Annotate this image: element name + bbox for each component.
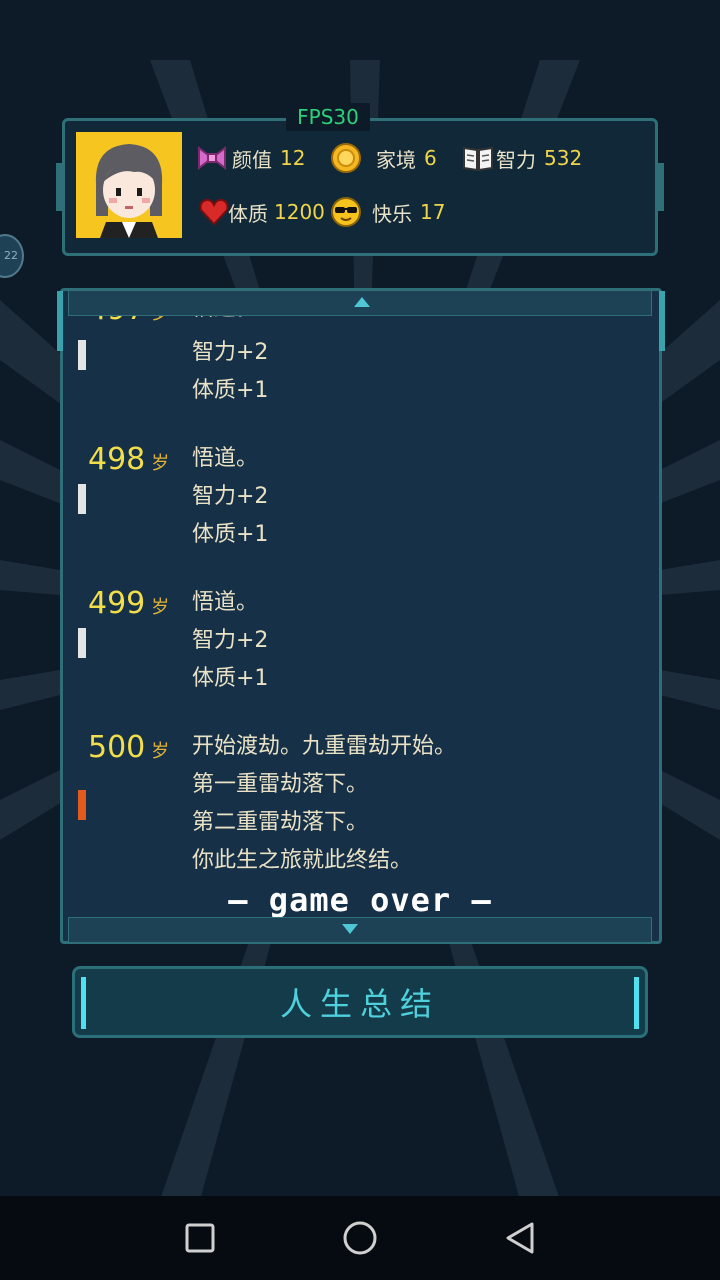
entry-marker bbox=[78, 628, 86, 658]
coin-icon bbox=[331, 143, 361, 173]
log-line: 你此生之旅就此终结。 bbox=[192, 848, 413, 873]
stat-happiness: 快乐 17 bbox=[330, 196, 445, 228]
entry-marker bbox=[78, 340, 86, 370]
log-line: 开始渡劫。九重雷劫开始。 bbox=[192, 734, 457, 759]
back-icon[interactable] bbox=[500, 1218, 540, 1258]
summary-button-label: 人生总结 bbox=[279, 985, 440, 1023]
stat-value: 6 bbox=[424, 146, 437, 170]
recents-icon[interactable] bbox=[180, 1218, 220, 1258]
log-line: 体质+1 bbox=[192, 522, 269, 547]
log-line: 智力+2 bbox=[192, 340, 269, 365]
stat-label: 快乐 bbox=[372, 201, 412, 226]
arrow-down-icon bbox=[342, 924, 358, 934]
age-label: 499 岁 bbox=[88, 586, 170, 621]
entry-marker bbox=[78, 790, 86, 820]
system-nav-bar bbox=[0, 1196, 720, 1280]
age-label: 498 岁 bbox=[88, 442, 170, 477]
stat-appearance: 颜值 12 bbox=[196, 142, 305, 174]
scroll-down-button[interactable] bbox=[68, 917, 652, 943]
game-over-banner: — game over — bbox=[228, 881, 492, 919]
sunglasses-face-icon bbox=[331, 197, 361, 227]
heart-icon bbox=[199, 198, 229, 226]
log-line: 智力+2 bbox=[192, 484, 269, 509]
bow-icon bbox=[198, 145, 226, 171]
log-line: 悟道。 bbox=[192, 446, 259, 471]
avatar bbox=[76, 132, 182, 238]
fps-counter: FPS30 bbox=[286, 103, 370, 131]
stat-label: 智力 bbox=[496, 147, 536, 172]
entry-marker bbox=[78, 484, 86, 514]
button-edge bbox=[81, 977, 86, 1029]
stat-label: 体质 bbox=[228, 201, 268, 226]
log-line: 第二重雷劫落下。 bbox=[192, 810, 369, 835]
arrow-up-icon bbox=[354, 297, 370, 307]
stat-constitution: 体质 1200 bbox=[198, 196, 325, 228]
book-icon bbox=[463, 146, 493, 172]
stat-family: 家境 6 bbox=[330, 142, 437, 174]
button-edge bbox=[634, 977, 639, 1029]
stat-value: 17 bbox=[420, 200, 446, 224]
age-label: 497岁 bbox=[88, 316, 169, 334]
home-icon[interactable] bbox=[340, 1218, 380, 1258]
log-line: 体质+1 bbox=[192, 666, 269, 691]
life-summary-button[interactable]: 人生总结 bbox=[72, 966, 648, 1038]
stat-value: 12 bbox=[280, 146, 306, 170]
log-line: 智力+2 bbox=[192, 628, 269, 653]
log-scroll-area[interactable]: 497岁 悟道。 智力+2 体质+1 498岁 悟道。 智力+2 体质+1 49… bbox=[62, 316, 660, 916]
log-line: 悟道。 bbox=[192, 316, 258, 328]
scroll-up-button[interactable] bbox=[68, 290, 652, 316]
stat-label: 家境 bbox=[376, 147, 416, 172]
log-line: 悟道。 bbox=[192, 590, 259, 615]
stat-value: 532 bbox=[544, 146, 583, 170]
stat-value: 1200 bbox=[274, 200, 325, 224]
stat-label: 颜值 bbox=[232, 147, 272, 172]
age-label: 500 岁 bbox=[88, 730, 170, 765]
stat-intelligence: 智力 532 bbox=[462, 142, 582, 174]
log-line: 第一重雷劫落下。 bbox=[192, 772, 369, 797]
log-line: 体质+1 bbox=[192, 378, 269, 403]
